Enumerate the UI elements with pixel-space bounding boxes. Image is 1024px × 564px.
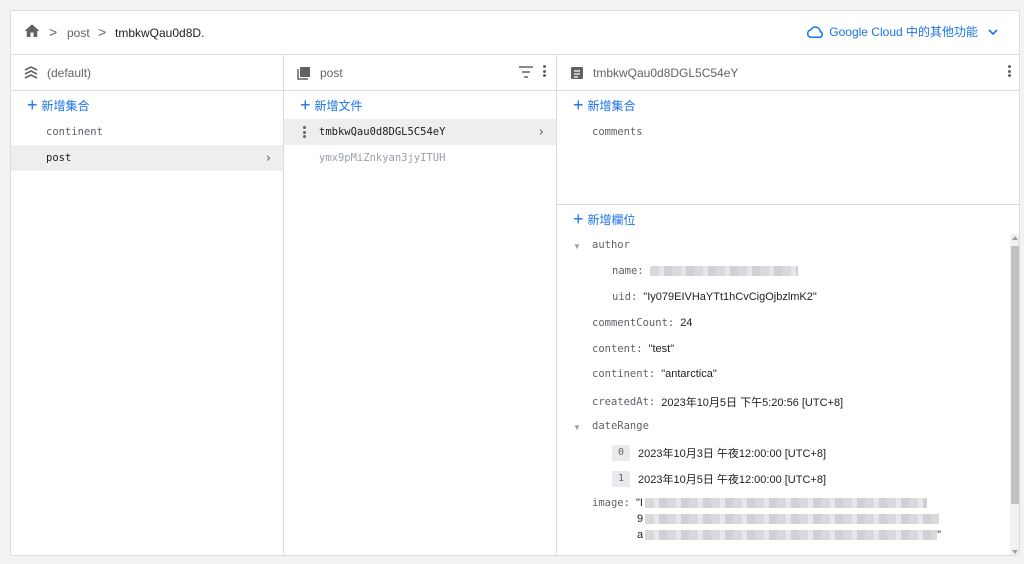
field-dateRange-item[interactable]: 0 2023年10月3日 午夜12:00:00 [UTC+8]: [612, 445, 826, 461]
chevron-right-icon: >: [98, 24, 107, 40]
field-value: 9: [637, 513, 644, 525]
subcollection-item-comments[interactable]: comments: [557, 119, 1019, 145]
plus-icon: +: [27, 95, 38, 115]
root-column: (default) + 新增集合 continent post ›: [11, 55, 284, 555]
redacted-value: [649, 266, 798, 276]
field-image[interactable]: image: "I: [592, 497, 927, 509]
field-value: 2023年10月5日 午夜12:00:00 [UTC+8]: [638, 474, 827, 486]
field-key: createdAt:: [592, 396, 656, 408]
firestore-panel: > post > tmbkwQau0d8D. Google Cloud 中的其他…: [10, 10, 1020, 556]
add-collection-label: 新增集合: [41, 98, 90, 113]
more-vert-icon[interactable]: [303, 126, 306, 138]
collection-item-post[interactable]: post ›: [11, 145, 283, 171]
field-continent[interactable]: continent: "antarctica": [592, 368, 717, 380]
add-document-label: 新增文件: [314, 98, 363, 113]
document-column: tmbkwQau0d8DGL5C54eY + 新增集合 comments + 新…: [557, 55, 1019, 555]
redacted-value: [645, 514, 940, 524]
google-cloud-label: Google Cloud 中的其他功能: [829, 25, 978, 39]
scroll-down-icon[interactable]: [1012, 550, 1018, 554]
collection-label: post: [46, 152, 72, 164]
field-key: commentCount:: [592, 317, 675, 329]
field-key: image:: [592, 497, 630, 509]
add-field-button[interactable]: + 新增欄位: [557, 205, 1019, 233]
add-field-label: 新增欄位: [587, 212, 636, 227]
chevron-right-icon: >: [49, 24, 58, 40]
expand-triangle-icon[interactable]: ▼: [573, 242, 581, 251]
root-column-header: (default): [11, 55, 283, 91]
field-dateRange[interactable]: dateRange: [592, 420, 655, 432]
field-image-continued: 9: [637, 513, 940, 525]
field-author-uid[interactable]: uid: "Iy079EIVHaYTt1hCvCigOjbzlmK2": [612, 291, 817, 303]
field-key: uid:: [612, 291, 638, 303]
field-key: continent:: [592, 368, 656, 380]
collection-item-continent[interactable]: continent: [11, 119, 283, 145]
collection-title: post: [320, 65, 343, 80]
document-item[interactable]: tmbkwQau0d8DGL5C54eY ›: [284, 119, 556, 145]
chevron-down-icon: [988, 28, 998, 35]
field-value: ": [937, 529, 942, 541]
scrollbar-thumb[interactable]: [1011, 246, 1019, 504]
root-title: (default): [47, 65, 92, 80]
collection-icon: [297, 66, 310, 80]
home-icon[interactable]: [23, 22, 41, 40]
document-item[interactable]: ymx9pMiZnkyan3jyITUH: [284, 145, 556, 171]
breadcrumb: > post > tmbkwQau0d8D. Google Cloud 中的其他…: [11, 11, 1019, 55]
document-label: tmbkwQau0d8DGL5C54eY: [319, 126, 446, 138]
plus-icon: +: [573, 95, 584, 115]
field-commentCount[interactable]: commentCount: 24: [592, 317, 692, 329]
breadcrumb-item-document[interactable]: tmbkwQau0d8D.: [115, 26, 204, 40]
document-icon: [571, 66, 583, 79]
subcollection-area: + 新增集合 comments: [557, 91, 1019, 205]
field-key: name:: [612, 265, 644, 277]
breadcrumb-item-post[interactable]: post: [67, 26, 90, 40]
collection-label: continent: [46, 126, 103, 138]
redacted-value: [644, 498, 927, 508]
field-value: 24: [680, 317, 693, 329]
document-column-header: tmbkwQau0d8DGL5C54eY: [557, 55, 1019, 91]
field-value: "antarctica": [661, 368, 717, 380]
field-value: "Iy079EIVHaYTt1hCvCigOjbzlmK2": [643, 291, 817, 303]
field-author-name[interactable]: name:: [612, 265, 798, 277]
add-document-button[interactable]: + 新增文件: [284, 91, 556, 119]
collection-column-header: post: [284, 55, 556, 91]
field-author[interactable]: author: [592, 239, 636, 251]
google-cloud-menu-button[interactable]: Google Cloud 中的其他功能: [806, 23, 1003, 40]
field-value: "test": [648, 343, 675, 355]
field-key: content:: [592, 343, 643, 355]
field-image-continued: a ": [637, 529, 941, 541]
subcollection-label: comments: [592, 126, 643, 138]
expand-triangle-icon[interactable]: ▼: [573, 423, 581, 432]
field-key: author: [592, 239, 630, 251]
scroll-up-icon[interactable]: [1012, 236, 1018, 240]
field-key: dateRange: [592, 420, 649, 432]
add-subcollection-button[interactable]: + 新增集合: [557, 91, 1019, 119]
chevron-right-icon: ›: [538, 124, 544, 140]
array-index: 0: [612, 445, 630, 461]
field-content[interactable]: content: "test": [592, 343, 674, 355]
chevron-right-icon: ›: [265, 150, 271, 166]
field-createdAt[interactable]: createdAt: 2023年10月5日 下午5:20:56 [UTC+8]: [592, 394, 843, 410]
add-subcollection-label: 新增集合: [587, 98, 636, 113]
database-icon: [24, 65, 38, 79]
field-value: a: [637, 529, 644, 541]
field-value: "I: [635, 497, 643, 509]
plus-icon: +: [300, 95, 311, 115]
plus-icon: +: [573, 209, 584, 229]
collection-column: post + 新增文件 tmbkwQau0d8DGL5C54eY › ymx9p…: [284, 55, 557, 555]
document-label: ymx9pMiZnkyan3jyITUH: [319, 152, 446, 164]
field-dateRange-item[interactable]: 1 2023年10月5日 午夜12:00:00 [UTC+8]: [612, 471, 826, 487]
redacted-value: [645, 530, 938, 540]
field-value: 2023年10月5日 下午5:20:56 [UTC+8]: [661, 397, 844, 409]
more-vert-icon[interactable]: [543, 65, 546, 79]
filter-icon[interactable]: [519, 65, 533, 78]
document-title: tmbkwQau0d8DGL5C54eY: [593, 65, 739, 80]
array-index: 1: [612, 471, 630, 487]
fields-area: + 新增欄位 ▼ author name: uid: "Iy079EIVHaYT…: [557, 205, 1019, 555]
fields-scrollbar[interactable]: [1010, 234, 1019, 555]
cloud-icon: [807, 25, 824, 38]
field-value: 2023年10月3日 午夜12:00:00 [UTC+8]: [638, 448, 827, 460]
more-vert-icon[interactable]: [1008, 65, 1011, 79]
add-collection-button[interactable]: + 新增集合: [11, 91, 283, 119]
